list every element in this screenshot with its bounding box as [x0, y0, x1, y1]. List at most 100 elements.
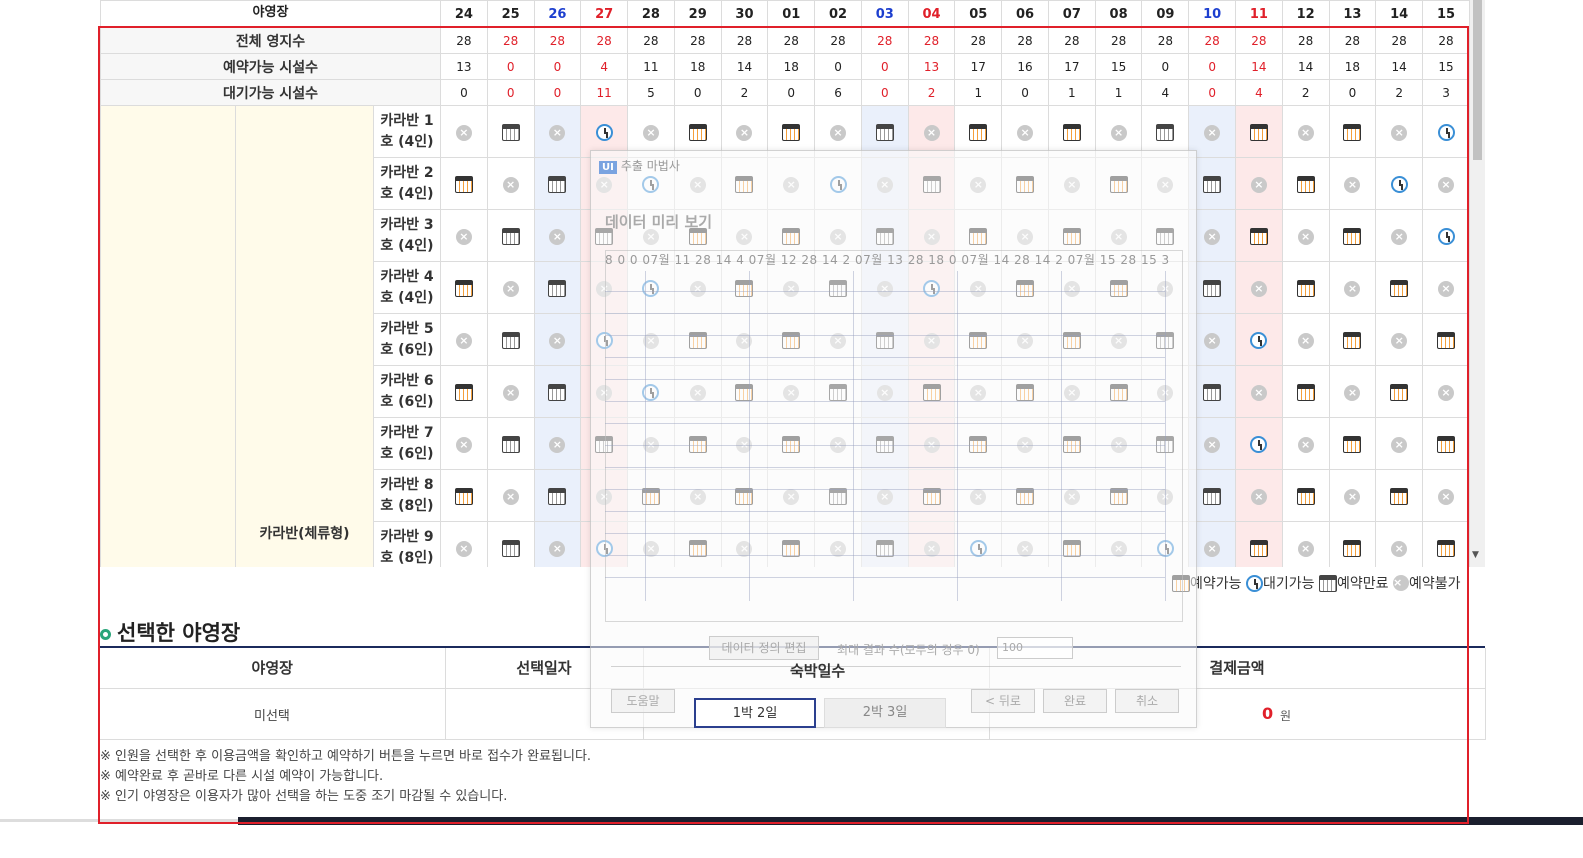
stat-value: 2 [1281, 79, 1330, 106]
booking-cell[interactable] [1235, 105, 1283, 158]
booking-cell[interactable] [440, 157, 488, 210]
booking-cell[interactable] [1422, 417, 1470, 470]
scroll-down-arrow-icon[interactable]: ▼ [1472, 550, 1479, 560]
x-unavailable-icon: × [1204, 332, 1221, 349]
stat-value: 0 [1328, 79, 1377, 106]
day-header: 28 [627, 0, 675, 28]
extract-wizard-dialog[interactable]: UI 추출 마법사 데이터 미리 보기 8 0 0 07월 11 28 14 4 … [590, 150, 1197, 728]
preview-gridline [605, 423, 1165, 424]
booking-cell: × [533, 417, 582, 470]
booking-cell[interactable] [486, 105, 535, 158]
booking-cell[interactable] [440, 261, 488, 314]
booking-cell[interactable] [1422, 313, 1470, 366]
booking-cell[interactable] [1235, 417, 1283, 470]
preview-gridline [605, 555, 1165, 556]
booking-cell[interactable] [1375, 157, 1424, 210]
x-unavailable-icon: × [549, 436, 566, 453]
booking-cell[interactable] [1281, 365, 1330, 418]
booking-cell: × [1422, 365, 1470, 418]
day-header: 06 [1001, 0, 1049, 28]
booking-cell[interactable] [1281, 469, 1330, 522]
booking-cell[interactable] [486, 313, 535, 366]
selected-title-text: 선택한 야영장 [117, 621, 241, 645]
back-button[interactable]: < 뒤로 [971, 689, 1035, 713]
day-header: 24 [440, 0, 488, 28]
booking-cell[interactable] [440, 469, 488, 522]
stat-value: 1 [1047, 79, 1096, 106]
calendar-booked-icon [501, 436, 520, 453]
x-unavailable-icon: × [1250, 488, 1267, 505]
x-unavailable-icon: × [549, 332, 566, 349]
booking-cell[interactable] [1422, 521, 1470, 567]
calendar-available-icon [1062, 124, 1081, 141]
calendar-available-icon [688, 124, 707, 141]
x-unavailable-icon: × [1391, 436, 1408, 453]
grid-scroll-thumb[interactable] [1473, 0, 1482, 160]
booking-cell[interactable] [533, 365, 582, 418]
booking-cell[interactable] [1235, 521, 1283, 567]
booking-cell[interactable] [486, 417, 535, 470]
finish-button[interactable]: 완료 [1043, 689, 1107, 713]
x-unavailable-icon: × [1391, 124, 1408, 141]
booking-cell[interactable] [1422, 105, 1470, 158]
booking-cell[interactable] [1281, 261, 1330, 314]
header-campsite-label: 야영장 [100, 0, 441, 28]
preview-gridline [605, 489, 1165, 490]
facility-name: 카라반 9 호 (8인) [373, 521, 441, 567]
booking-cell[interactable] [440, 365, 488, 418]
calendar-available-icon [454, 488, 473, 505]
booking-cell[interactable] [1281, 157, 1330, 210]
stat-label: 대기가능 시설수 [100, 79, 441, 106]
legend: 예약가능 대기가능 예약만료 × 예약불가 [1172, 573, 1460, 593]
calendar-available-icon [1390, 280, 1409, 297]
max-results-input[interactable]: 100 [997, 637, 1073, 659]
calendar-booked-icon [1203, 384, 1222, 401]
booking-cell[interactable] [1328, 209, 1377, 262]
facility-name: 카라반 3 호 (4인) [373, 209, 441, 262]
edit-definition-button[interactable]: 데이터 정의 편집 [709, 636, 819, 660]
x-unavailable-icon: × [1204, 540, 1221, 557]
booking-cell[interactable] [486, 521, 535, 567]
stat-value: 16 [1001, 53, 1049, 80]
booking-cell[interactable] [1328, 313, 1377, 366]
cancel-button[interactable]: 취소 [1115, 689, 1179, 713]
stat-value: 28 [1141, 27, 1190, 54]
stat-value: 28 [1235, 27, 1283, 54]
nights-option-1[interactable]: 1박 2일 [694, 698, 816, 728]
stat-value: 15 [1094, 53, 1143, 80]
x-unavailable-icon: × [549, 124, 566, 141]
x-unavailable-icon: × [1297, 436, 1314, 453]
booking-cell[interactable] [1422, 209, 1470, 262]
header-campsite: 야영장 [100, 648, 446, 689]
preview-gridline [605, 313, 1165, 314]
booking-cell: × [1235, 157, 1283, 210]
booking-cell[interactable] [1235, 313, 1283, 366]
stat-value: 17 [1047, 53, 1096, 80]
booking-cell[interactable] [533, 469, 582, 522]
stat-value: 28 [1328, 27, 1377, 54]
booking-cell[interactable] [1328, 105, 1377, 158]
booking-cell[interactable] [1375, 365, 1424, 418]
booking-cell: × [1375, 521, 1424, 567]
booking-cell[interactable] [1235, 209, 1283, 262]
booking-cell[interactable] [486, 209, 535, 262]
help-button[interactable]: 도움말 [611, 689, 675, 713]
calendar-available-icon [1343, 124, 1362, 141]
stat-value: 0 [1188, 53, 1237, 80]
day-header: 01 [767, 0, 816, 28]
facility-name: 카라반 7 호 (6인) [373, 417, 441, 470]
booking-cell[interactable] [1328, 417, 1377, 470]
data-preview-pane[interactable] [605, 250, 1183, 622]
wizard-badge: UI [599, 161, 617, 174]
booking-cell[interactable] [533, 157, 582, 210]
nights-option-2[interactable]: 2박 3일 [824, 698, 946, 728]
calendar-available-icon [1296, 384, 1315, 401]
footer-bar [238, 817, 1583, 825]
clock-waiting-icon [1250, 332, 1268, 349]
booking-cell[interactable] [533, 261, 582, 314]
booking-cell[interactable] [1328, 521, 1377, 567]
footer-line [0, 819, 238, 822]
x-unavailable-icon: × [1250, 176, 1267, 193]
booking-cell[interactable] [1375, 261, 1424, 314]
booking-cell[interactable] [1375, 469, 1424, 522]
